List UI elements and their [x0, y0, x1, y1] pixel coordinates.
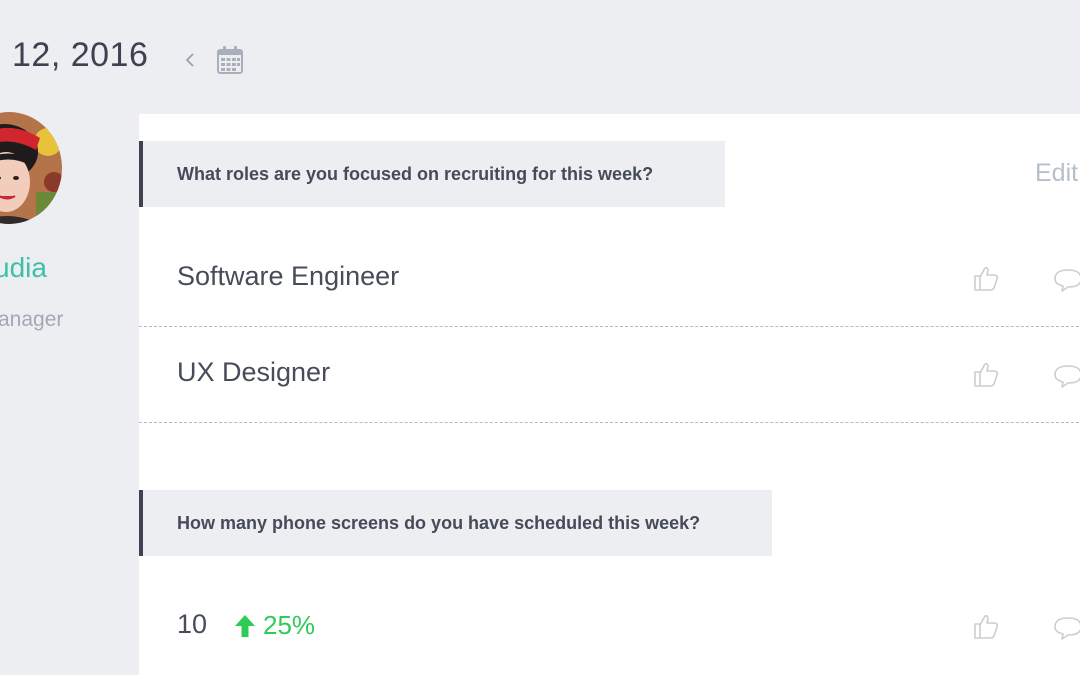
page: l 12, 2016 udia anager What roles are yo…	[0, 0, 1080, 675]
thumbs-up-icon	[974, 615, 999, 639]
profile-role: anager	[0, 308, 64, 331]
arrow-up-icon	[235, 614, 255, 637]
page-title-date: l 12, 2016	[0, 36, 149, 74]
trend-percent: 25%	[263, 610, 316, 640]
comment-button[interactable]	[1053, 615, 1080, 641]
comment-button[interactable]	[1053, 267, 1080, 293]
edit-link[interactable]: Edit	[1035, 159, 1078, 188]
comment-button[interactable]	[1053, 363, 1080, 389]
answers-card: What roles are you focused on recruiting…	[139, 114, 1080, 675]
previous-week-button[interactable]	[180, 46, 202, 74]
question-header: How many phone screens do you have sched…	[139, 490, 772, 556]
like-button[interactable]	[973, 360, 999, 388]
avatar[interactable]	[0, 112, 62, 224]
chevron-left-icon	[185, 53, 194, 67]
calendar-icon	[217, 46, 243, 74]
answer-row: 10 25%	[139, 579, 1080, 675]
thumbs-up-icon	[974, 363, 999, 387]
like-button[interactable]	[973, 264, 999, 292]
answer-value: 10	[177, 609, 208, 639]
like-button[interactable]	[973, 612, 999, 640]
answer-text: UX Designer	[177, 357, 331, 387]
comment-icon	[1054, 269, 1080, 292]
trend-indicator: 25%	[233, 610, 315, 641]
question-header: What roles are you focused on recruiting…	[139, 141, 725, 207]
answer-row: Software Engineer	[139, 231, 1080, 327]
calendar-button[interactable]	[216, 45, 244, 75]
thumbs-up-icon	[974, 267, 999, 291]
answer-text: Software Engineer	[177, 261, 400, 291]
comment-icon	[1054, 365, 1080, 388]
comment-icon	[1054, 617, 1080, 640]
profile-name[interactable]: udia	[0, 252, 47, 284]
answer-row: UX Designer	[139, 327, 1080, 423]
